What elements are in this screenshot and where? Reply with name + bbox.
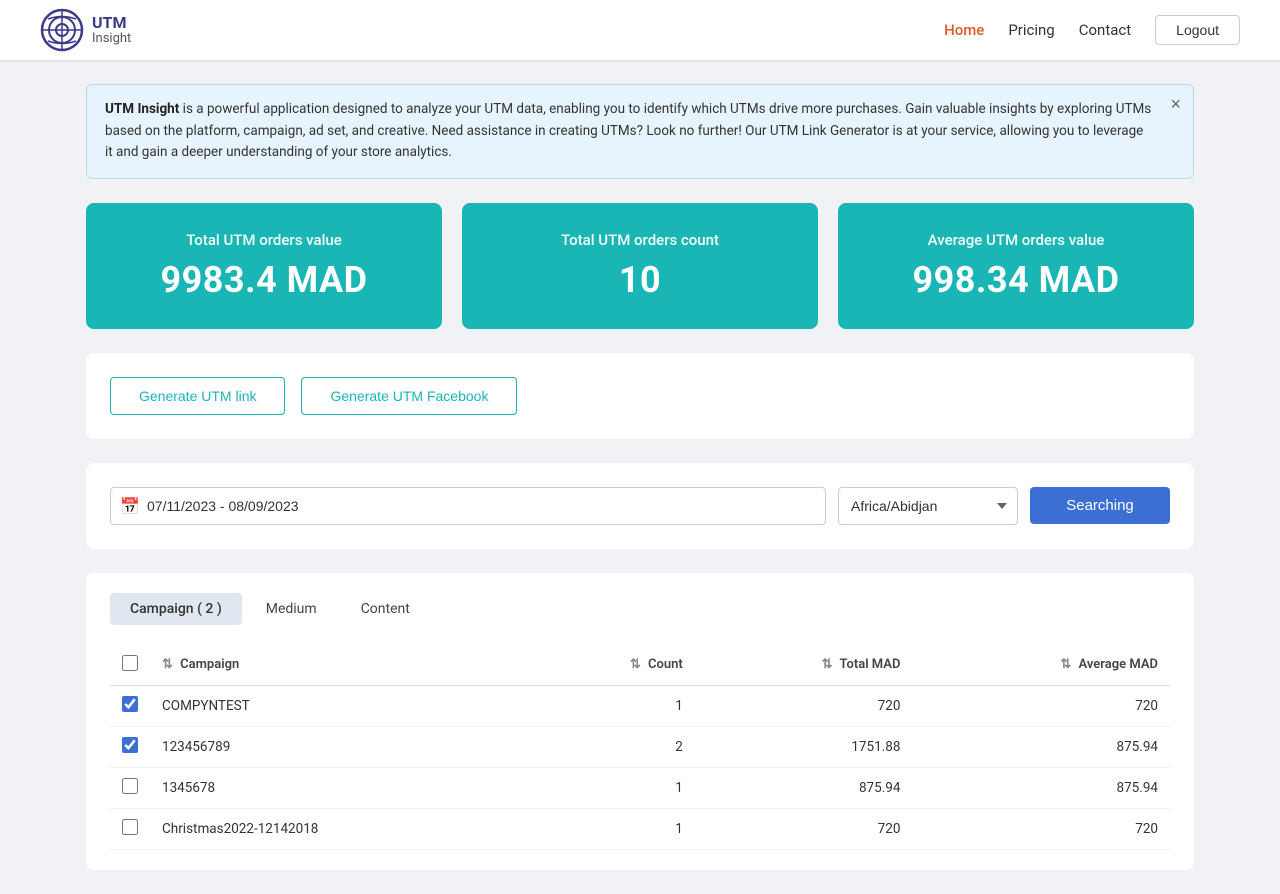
table-header-row: ⇅ Campaign ⇅ Count ⇅ Total MAD ⇅ Average… bbox=[110, 645, 1170, 686]
banner-bold: UTM Insight bbox=[105, 101, 179, 117]
generate-utm-facebook-button[interactable]: Generate UTM Facebook bbox=[301, 377, 517, 415]
row-count-2: 1 bbox=[532, 767, 695, 808]
row-average-1: 875.94 bbox=[912, 726, 1170, 767]
header-average: ⇅ Average MAD bbox=[912, 645, 1170, 686]
info-banner: UTM Insight is a powerful application de… bbox=[86, 84, 1194, 179]
table-row: 1345678 1 875.94 875.94 bbox=[110, 767, 1170, 808]
table-section: Campaign ( 2 ) Medium Content ⇅ Campaign… bbox=[86, 573, 1194, 870]
row-checkbox-cell bbox=[110, 767, 150, 808]
row-checkbox-cell bbox=[110, 685, 150, 726]
row-checkbox-cell bbox=[110, 808, 150, 849]
table-row: Christmas2022-12142018 1 720 720 bbox=[110, 808, 1170, 849]
main-content: UTM Insight is a powerful application de… bbox=[70, 60, 1210, 894]
logout-button[interactable]: Logout bbox=[1155, 15, 1240, 45]
table-row: COMPYNTEST 1 720 720 bbox=[110, 685, 1170, 726]
row-campaign-0: COMPYNTEST bbox=[150, 685, 532, 726]
date-range-input[interactable] bbox=[110, 487, 826, 525]
row-checkbox-2[interactable] bbox=[122, 778, 138, 794]
nav-pricing[interactable]: Pricing bbox=[1008, 21, 1054, 39]
row-total-3: 720 bbox=[695, 808, 913, 849]
tab-content[interactable]: Content bbox=[341, 593, 430, 625]
nav-links: Home Pricing Contact Logout bbox=[944, 15, 1240, 45]
stat-label-1: Total UTM orders count bbox=[486, 231, 794, 249]
row-count-1: 2 bbox=[532, 726, 695, 767]
header-count: ⇅ Count bbox=[532, 645, 695, 686]
row-checkbox-1[interactable] bbox=[122, 737, 138, 753]
row-average-2: 875.94 bbox=[912, 767, 1170, 808]
sort-total-icon: ⇅ bbox=[822, 657, 833, 672]
row-total-0: 720 bbox=[695, 685, 913, 726]
date-range-wrapper: 📅 bbox=[110, 487, 826, 525]
logo-icon bbox=[40, 8, 84, 52]
filter-section: 📅 Africa/AbidjanUTCAmerica/New_YorkEurop… bbox=[86, 463, 1194, 549]
stat-value-0: 9983.4 MAD bbox=[110, 259, 418, 301]
stat-value-2: 998.34 MAD bbox=[862, 259, 1170, 301]
table-row: 123456789 2 1751.88 875.94 bbox=[110, 726, 1170, 767]
navbar: UTM Insight Home Pricing Contact Logout bbox=[0, 0, 1280, 60]
tab-campaign[interactable]: Campaign ( 2 ) bbox=[110, 593, 242, 625]
row-total-2: 875.94 bbox=[695, 767, 913, 808]
brand-sub: Insight bbox=[92, 31, 131, 46]
row-checkbox-cell bbox=[110, 726, 150, 767]
row-checkbox-0[interactable] bbox=[122, 696, 138, 712]
action-section: Generate UTM link Generate UTM Facebook bbox=[86, 353, 1194, 439]
timezone-select[interactable]: Africa/AbidjanUTCAmerica/New_YorkEurope/… bbox=[838, 487, 1018, 525]
campaign-table: ⇅ Campaign ⇅ Count ⇅ Total MAD ⇅ Average… bbox=[110, 645, 1170, 850]
calendar-icon: 📅 bbox=[120, 496, 140, 515]
stat-card-2: Average UTM orders value 998.34 MAD bbox=[838, 203, 1194, 329]
select-all-checkbox[interactable] bbox=[122, 655, 138, 671]
logo-area: UTM Insight bbox=[40, 8, 131, 52]
stat-value-1: 10 bbox=[486, 259, 794, 301]
row-campaign-3: Christmas2022-12142018 bbox=[150, 808, 532, 849]
generate-utm-link-button[interactable]: Generate UTM link bbox=[110, 377, 285, 415]
stat-label-2: Average UTM orders value bbox=[862, 231, 1170, 249]
brand-name: UTM bbox=[92, 14, 131, 32]
row-average-3: 720 bbox=[912, 808, 1170, 849]
header-checkbox-cell bbox=[110, 645, 150, 686]
banner-body: is a powerful application designed to an… bbox=[105, 101, 1151, 160]
banner-close-button[interactable]: × bbox=[1170, 95, 1181, 113]
tab-medium[interactable]: Medium bbox=[246, 593, 337, 625]
banner-text: UTM Insight is a powerful application de… bbox=[105, 101, 1151, 160]
header-campaign: ⇅ Campaign bbox=[150, 645, 532, 686]
stat-cards: Total UTM orders value 9983.4 MAD Total … bbox=[86, 203, 1194, 329]
stat-label-0: Total UTM orders value bbox=[110, 231, 418, 249]
nav-contact[interactable]: Contact bbox=[1079, 21, 1131, 39]
nav-home[interactable]: Home bbox=[944, 21, 984, 39]
sort-campaign-icon: ⇅ bbox=[162, 657, 173, 672]
stat-card-1: Total UTM orders count 10 bbox=[462, 203, 818, 329]
row-campaign-1: 123456789 bbox=[150, 726, 532, 767]
row-count-3: 1 bbox=[532, 808, 695, 849]
header-total: ⇅ Total MAD bbox=[695, 645, 913, 686]
sort-average-icon: ⇅ bbox=[1060, 657, 1071, 672]
sort-count-icon: ⇅ bbox=[630, 657, 641, 672]
row-count-0: 1 bbox=[532, 685, 695, 726]
row-average-0: 720 bbox=[912, 685, 1170, 726]
tab-row: Campaign ( 2 ) Medium Content bbox=[110, 593, 1170, 625]
row-total-1: 1751.88 bbox=[695, 726, 913, 767]
stat-card-0: Total UTM orders value 9983.4 MAD bbox=[86, 203, 442, 329]
row-campaign-2: 1345678 bbox=[150, 767, 532, 808]
search-button[interactable]: Searching bbox=[1030, 487, 1170, 524]
row-checkbox-3[interactable] bbox=[122, 819, 138, 835]
